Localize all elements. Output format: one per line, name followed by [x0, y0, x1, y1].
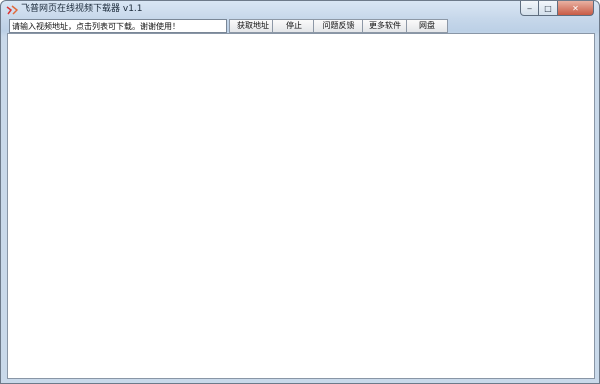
maximize-icon: □: [544, 3, 552, 13]
feedback-button[interactable]: 问题反馈: [313, 19, 364, 33]
minimize-icon: ‒: [526, 3, 533, 13]
toolbar: 获取地址 停止 问题反馈 更多软件 网盘: [7, 19, 595, 33]
video-list-area[interactable]: [7, 33, 595, 379]
title-bar[interactable]: 飞普网页在线视频下载器 v1.1 ‒ □ ✕: [1, 1, 599, 19]
app-logo-icon: [6, 5, 18, 15]
window-title: 飞普网页在线视频下载器 v1.1: [21, 4, 143, 14]
window-controls: ‒ □ ✕: [520, 1, 594, 16]
close-icon: ✕: [572, 3, 579, 13]
get-address-button[interactable]: 获取地址: [229, 19, 277, 33]
stop-button[interactable]: 停止: [272, 19, 316, 33]
minimize-button[interactable]: ‒: [520, 1, 539, 16]
more-software-button[interactable]: 更多软件: [362, 19, 408, 33]
netdisk-button[interactable]: 网盘: [406, 19, 448, 33]
close-button[interactable]: ✕: [558, 1, 594, 16]
maximize-button[interactable]: □: [539, 1, 558, 16]
video-url-input[interactable]: [9, 19, 227, 33]
app-window: 飞普网页在线视频下载器 v1.1 ‒ □ ✕ 获取地址 停止 问题反馈 更多软件…: [0, 0, 600, 384]
